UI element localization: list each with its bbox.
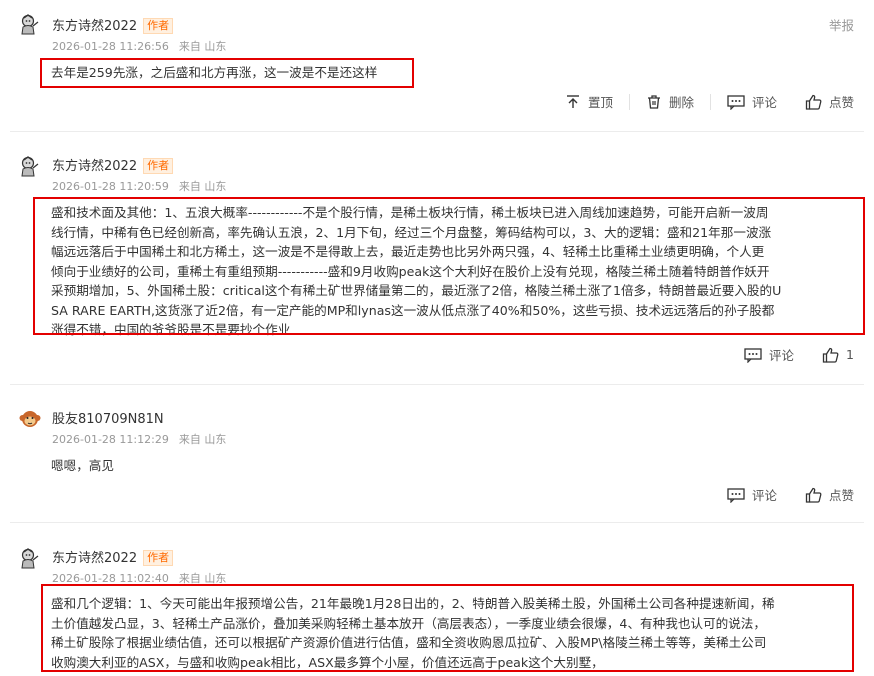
username[interactable]: 股友810709N81N	[52, 408, 164, 427]
delete-button[interactable]: 删除	[646, 92, 694, 111]
report-link[interactable]: 举报	[829, 15, 854, 34]
highlight-box	[40, 58, 414, 88]
comment-button[interactable]: 评论	[744, 345, 794, 364]
comment-icon	[727, 487, 745, 503]
avatar[interactable]	[18, 154, 42, 178]
highlight-box	[33, 197, 865, 335]
trash-icon	[647, 94, 660, 109]
thumbs-up-icon	[822, 347, 839, 363]
thumbs-up-icon	[805, 487, 822, 503]
highlight-box	[41, 584, 854, 672]
pin-top-icon	[566, 94, 579, 108]
comment-icon	[744, 347, 762, 363]
avatar[interactable]	[18, 12, 42, 36]
comment-button[interactable]: 评论	[727, 485, 777, 504]
divider	[10, 131, 864, 132]
avatar[interactable]	[18, 546, 42, 570]
username[interactable]: 东方诗然2022 作者	[52, 155, 174, 174]
author-badge: 作者	[143, 550, 174, 566]
comment-actions: 评论 1	[744, 345, 854, 364]
comment-meta: 2026-01-28 11:26:56 来自 山东	[52, 40, 227, 53]
like-button[interactable]: 点赞	[805, 92, 854, 111]
avatar[interactable]	[18, 407, 42, 431]
thumbs-up-icon	[805, 94, 822, 110]
like-count: 1	[846, 347, 854, 362]
username[interactable]: 东方诗然2022 作者	[52, 547, 174, 566]
divider	[10, 522, 864, 523]
comment-meta: 2026-01-28 11:20:59 来自 山东	[52, 180, 227, 193]
like-button[interactable]: 1	[822, 347, 854, 363]
username[interactable]: 东方诗然2022 作者	[52, 15, 174, 34]
comment-actions: 评论 点赞	[727, 485, 854, 504]
comment-meta: 2026-01-28 11:12:29 来自 山东	[52, 433, 227, 446]
author-badge: 作者	[143, 18, 174, 34]
divider	[10, 384, 864, 385]
comment-text: 嗯嗯，高见	[51, 458, 114, 473]
comment-icon	[727, 94, 745, 110]
author-badge: 作者	[143, 158, 174, 174]
pin-button[interactable]: 置顶	[565, 92, 613, 111]
comment-button[interactable]: 评论	[727, 92, 777, 111]
like-button[interactable]: 点赞	[805, 485, 854, 504]
comment-actions: 置顶 删除 评论 点赞	[565, 92, 854, 111]
